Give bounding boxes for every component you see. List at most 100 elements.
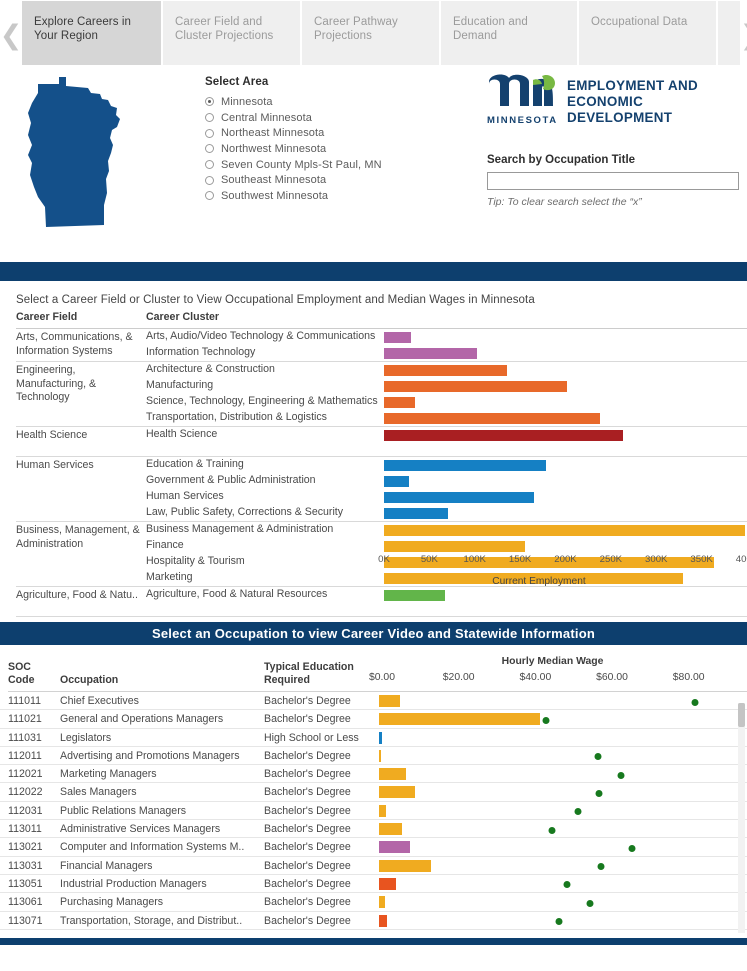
- occupation-row[interactable]: 113011 Administrative Services Managers Ba…: [0, 820, 747, 839]
- career-cluster-row[interactable]: Law, Public Safety, Corrections & Securi…: [146, 505, 747, 521]
- statewide-median-dot[interactable]: [595, 789, 603, 797]
- occupation-row[interactable]: 113031 Financial Managers Bachelor's Degre…: [0, 857, 747, 875]
- wage-bar[interactable]: [379, 896, 386, 909]
- statewide-median-dot[interactable]: [563, 881, 571, 889]
- career-cluster-row[interactable]: Information Technology: [146, 345, 747, 361]
- wage-bar[interactable]: [379, 731, 382, 744]
- occupation-row[interactable]: 113021 Computer and Information Systems M…: [0, 838, 747, 857]
- statewide-median-dot[interactable]: [548, 826, 555, 834]
- career-cluster-row[interactable]: Arts, Audio/Video Technology & Communica…: [146, 329, 747, 345]
- career-cluster-row[interactable]: Business Management & Administration: [146, 522, 747, 538]
- employment-bar[interactable]: [384, 396, 415, 408]
- career-cluster-row[interactable]: Finance: [146, 538, 747, 554]
- radio-option-northwest-minnesota[interactable]: Northwest Minnesota: [205, 141, 470, 157]
- statewide-median-dot[interactable]: [617, 771, 624, 779]
- occupation-scroll-track[interactable]: [738, 703, 745, 933]
- radio-button-icon[interactable]: [205, 175, 214, 185]
- wage-bar[interactable]: [379, 768, 406, 781]
- career-cluster-row[interactable]: Government & Public Administration: [146, 473, 747, 489]
- occupation-row[interactable]: 111011 Chief Executives Bachelor's Degree: [0, 692, 747, 711]
- occupation-row[interactable]: 112031 Public Relations Managers Bachelor'…: [0, 802, 747, 821]
- employment-bar[interactable]: [384, 380, 568, 392]
- career-field-group[interactable]: Engineering, Manufacturing, & Technology…: [16, 362, 747, 427]
- wage-bar[interactable]: [379, 914, 387, 927]
- statewide-median-dot[interactable]: [586, 899, 594, 907]
- occupation-row[interactable]: 113071 Transportation, Storage, and Distr…: [0, 912, 747, 930]
- employment-bar[interactable]: [384, 475, 410, 487]
- wage-bar[interactable]: [379, 713, 540, 726]
- occupation-row[interactable]: 112021 Marketing Managers Bachelor's Degre…: [0, 765, 747, 784]
- radio-option-seven-county-mpls-st-paul-mn[interactable]: Seven County Mpls-St Paul, MN: [205, 157, 470, 173]
- occupation-scrollbar-thumb[interactable]: [738, 703, 745, 727]
- career-cluster-row[interactable]: Human Services: [146, 489, 747, 505]
- career-cluster-row[interactable]: Science, Technology, Engineering & Mathe…: [146, 394, 747, 410]
- tab-career-pathway-projections[interactable]: Career Pathway Projections: [302, 1, 439, 65]
- employment-bar[interactable]: [384, 459, 547, 471]
- radio-option-northeast-minnesota[interactable]: Northeast Minnesota: [205, 125, 470, 141]
- radio-option-minnesota[interactable]: Minnesota: [205, 94, 470, 110]
- employment-bar[interactable]: [384, 524, 746, 536]
- tab-career-field-and-cluster-projections[interactable]: Career Field and Cluster Projections: [163, 1, 300, 65]
- occupation-row[interactable]: 111031 Legislators High School or Less: [0, 729, 747, 747]
- radio-button-icon[interactable]: [205, 113, 214, 123]
- career-cluster-row[interactable]: Architecture & Construction: [146, 362, 747, 378]
- radio-button-icon[interactable]: [205, 191, 214, 201]
- career-field-group[interactable]: Health Science Health Science: [16, 427, 747, 457]
- career-cluster-label: Education & Training: [146, 458, 244, 470]
- wage-bar[interactable]: [379, 749, 381, 762]
- statewide-median-dot[interactable]: [691, 698, 699, 706]
- tab-occupational-data[interactable]: Occupational Data: [579, 1, 716, 65]
- occupation-row[interactable]: 113051 Industrial Production Managers Bach…: [0, 875, 747, 894]
- wage-bar[interactable]: [379, 804, 386, 817]
- radio-option-southwest-minnesota[interactable]: Southwest Minnesota: [205, 188, 470, 204]
- statewide-median-dot[interactable]: [594, 753, 601, 761]
- career-cluster-row[interactable]: Manufacturing: [146, 378, 747, 394]
- wage-bar[interactable]: [379, 841, 410, 854]
- statewide-median-dot[interactable]: [542, 716, 550, 724]
- occupation-row[interactable]: 111021 General and Operations Managers Bac…: [0, 710, 747, 729]
- occupation-row[interactable]: 113061 Purchasing Managers Bachelor's Degr…: [0, 893, 747, 912]
- employment-bar[interactable]: [384, 347, 477, 359]
- career-cluster-row[interactable]: Health Science: [146, 427, 747, 443]
- career-field-group[interactable]: Human Services Education & Training Govern…: [16, 457, 747, 522]
- wage-bar[interactable]: [379, 877, 397, 890]
- radio-option-southeast-minnesota[interactable]: Southeast Minnesota: [205, 172, 470, 188]
- statewide-median-dot[interactable]: [628, 844, 636, 852]
- occupation-education: Bachelor's Degree: [264, 841, 351, 854]
- search-tip: Tip: To clear search select the “x”: [487, 196, 642, 208]
- occupation-row[interactable]: 112022 Sales Managers Bachelor's Degree: [0, 783, 747, 802]
- statewide-median-dot[interactable]: [574, 808, 582, 816]
- chevron-left-icon[interactable]: ❮: [0, 0, 22, 70]
- radio-button-icon[interactable]: [205, 97, 214, 107]
- employment-bar[interactable]: [384, 429, 623, 441]
- radio-button-icon[interactable]: [205, 144, 214, 154]
- wage-tick-label: $60.00: [596, 672, 628, 683]
- employment-bar[interactable]: [384, 507, 448, 519]
- wage-bar[interactable]: [379, 859, 431, 872]
- statewide-median-dot[interactable]: [555, 918, 563, 926]
- employment-bar[interactable]: [384, 491, 534, 503]
- wage-bar[interactable]: [379, 695, 401, 707]
- career-cluster-row[interactable]: Transportation, Distribution & Logistics: [146, 410, 747, 426]
- radio-option-central-minnesota[interactable]: Central Minnesota: [205, 110, 470, 126]
- career-cluster-list: Arts, Audio/Video Technology & Communica…: [146, 329, 747, 361]
- search-input[interactable]: [487, 172, 739, 190]
- wage-bar[interactable]: [379, 823, 402, 836]
- statewide-median-dot[interactable]: [597, 863, 605, 871]
- tab-explore-careers-in-your-region[interactable]: Explore Careers in Your Region: [22, 1, 161, 65]
- employment-bar[interactable]: [384, 412, 600, 424]
- employment-bar[interactable]: [384, 331, 412, 343]
- tab-education-and-demand[interactable]: Education and Demand: [441, 1, 577, 65]
- occupation-title: Public Relations Managers: [60, 804, 187, 817]
- employment-bar[interactable]: [384, 364, 508, 376]
- wage-bar[interactable]: [379, 786, 416, 799]
- career-section-subtitle: Select a Career Field or Cluster to View…: [16, 294, 535, 306]
- col-typical-education: Typical Education Required: [264, 661, 354, 686]
- radio-button-icon[interactable]: [205, 128, 214, 138]
- employment-bar[interactable]: [384, 540, 525, 552]
- radio-button-icon[interactable]: [205, 160, 214, 170]
- chevron-right-icon[interactable]: ❯: [740, 0, 747, 70]
- career-cluster-row[interactable]: Education & Training: [146, 457, 747, 473]
- career-field-group[interactable]: Arts, Communications, & Information Syst…: [16, 329, 747, 362]
- occupation-row[interactable]: 112011 Advertising and Promotions Manager…: [0, 747, 747, 766]
